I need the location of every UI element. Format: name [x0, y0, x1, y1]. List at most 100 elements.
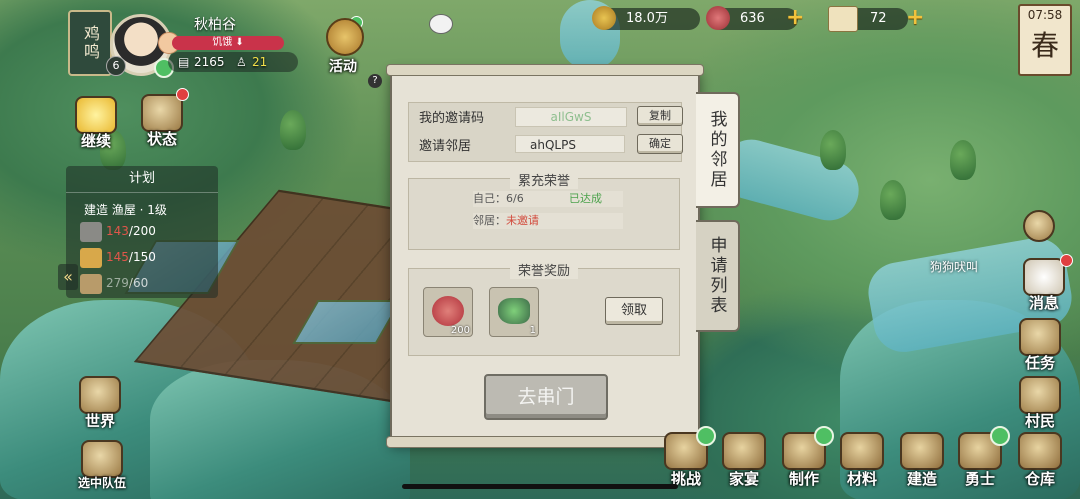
copy-button[interactable]: 复制 [637, 106, 683, 126]
lumber-icon [840, 432, 884, 470]
bamboo-tree [280, 110, 306, 150]
dog-icon [1023, 258, 1065, 296]
reward-count: 1 [529, 325, 536, 336]
team-button[interactable]: 选中队伍 [70, 440, 134, 491]
plan-task: 建造 渔屋 · 1级 [84, 203, 167, 217]
self-progress-text: 自己：6/6 [473, 192, 524, 205]
challenge-button[interactable]: 挑战 [656, 426, 716, 489]
reward-item[interactable]: 1 [489, 287, 539, 337]
red-gem-icon [706, 6, 730, 30]
quest-button[interactable]: 任务 [1012, 318, 1068, 373]
world-map-icon [79, 376, 121, 414]
villager-button[interactable]: 村民 [1012, 376, 1068, 431]
villager-label: 村民 [1024, 412, 1055, 430]
craft-button[interactable]: 制作 [774, 426, 834, 489]
flower-button[interactable] [1022, 210, 1056, 242]
invite-code-input[interactable]: ahQLPS [515, 135, 625, 153]
claim-button[interactable]: 领取 [605, 297, 663, 325]
notify-dot [1060, 254, 1073, 267]
visit-neighbor-button[interactable]: 去串门 [484, 374, 608, 420]
warrior-button[interactable]: 勇士 [950, 426, 1010, 489]
continue-label: 继续 [80, 132, 111, 150]
world-button[interactable]: 世界 [72, 376, 128, 431]
banquet-label: 家宴 [728, 470, 759, 488]
honor-title: 累充荣誉 [509, 174, 578, 189]
gong-icon [326, 18, 364, 56]
plan-row: 143/200 [106, 224, 156, 238]
collapse-plan-button[interactable]: « [58, 264, 78, 290]
add-gems-button[interactable]: + [786, 5, 804, 31]
banquet-button[interactable]: 家宴 [714, 432, 774, 489]
tab-my-neighbors[interactable]: 我的邻居 [696, 92, 740, 208]
player-card[interactable]: 鸡鸣 6 秋柏谷 饥饿 ⬇ ▤ 2165 ♙ 21 [68, 10, 300, 78]
reward-item[interactable]: 200 [423, 287, 473, 337]
building-icon: ▤ [178, 55, 190, 69]
tab-request-list[interactable]: 申请列表 [696, 220, 740, 332]
notify-dot [990, 426, 1010, 446]
villager-hat-icon [1019, 376, 1061, 414]
tree [950, 140, 976, 180]
player-level: 6 [106, 56, 126, 76]
build-button[interactable]: 建造 [892, 432, 952, 489]
neighbor-label: 邻居： [473, 214, 506, 227]
invite-neighbor-label: 邀请邻居 [419, 139, 472, 154]
neighbor-progress: 邻居：未邀请 [473, 213, 623, 229]
neighbor-status: 未邀请 [506, 214, 539, 227]
plan-current: 143 [106, 224, 129, 238]
clock-season: 07:58 春 [1018, 4, 1072, 76]
storage-button[interactable]: 仓库 [1010, 432, 1070, 489]
resource-tickets: 72 [828, 6, 908, 32]
season-label: 春 [1030, 29, 1059, 62]
notify-dot [814, 426, 834, 446]
self-status: 已达成 [569, 192, 602, 205]
plan-total: /200 [128, 224, 156, 238]
status-button[interactable]: 状态 [134, 88, 190, 149]
honor-section: 累充荣誉 自己：6/6 已达成 邻居：未邀请 [408, 174, 680, 250]
confirm-button[interactable]: 确定 [637, 134, 683, 154]
team-portrait-icon [81, 440, 123, 478]
plan-row: 145/150 [106, 250, 156, 264]
activity-button[interactable]: 活动 [320, 16, 366, 76]
world-label: 世界 [84, 412, 115, 430]
materials-button[interactable]: 材料 [832, 432, 892, 489]
storage-label: 仓库 [1024, 470, 1055, 488]
stone-icon [80, 222, 102, 242]
ticket-icon [828, 6, 858, 32]
notify-dot [176, 88, 189, 101]
message-button[interactable]: 消息 [1016, 254, 1073, 313]
message-label: 消息 [1028, 294, 1059, 312]
neighbor-modal: 我的邀请码 aIlGwS 复制 邀请邻居 ahQLPS 确定 累充荣誉 自己：6… [386, 64, 704, 448]
storehouse-icon [1018, 432, 1062, 470]
build-tools-icon [900, 432, 944, 470]
self-progress: 自己：6/6 已达成 [473, 191, 623, 207]
play-icon [75, 96, 117, 134]
activity-label: 活动 [329, 59, 357, 75]
add-tickets-button[interactable]: + [906, 5, 924, 31]
my-code-label: 我的邀请码 [419, 111, 485, 126]
materials-label: 材料 [846, 470, 877, 488]
npc-chat-bubble[interactable] [426, 14, 456, 34]
help-icon[interactable]: ? [368, 74, 382, 88]
plan-row: 279/60 [106, 276, 148, 290]
reward-section: 荣誉奖励 200 1 领取 [408, 264, 680, 356]
plan-title: 计划 [66, 166, 218, 193]
flower-bush [880, 180, 906, 220]
status-bar: 饥饿 ⬇ [172, 36, 284, 50]
player-name: 秋柏谷 [194, 17, 236, 33]
my-invite-code: aIlGwS [515, 107, 627, 127]
plan-current: 279 [106, 276, 129, 290]
continue-button[interactable]: 继续 [68, 96, 124, 151]
npc-speech: 狗狗吠叫 [930, 260, 979, 274]
resource-gems: 636 [706, 6, 798, 30]
reward-count: 200 [450, 325, 470, 336]
house-icon [141, 94, 183, 132]
home-indicator[interactable] [402, 484, 678, 489]
plan-current: 145 [106, 250, 129, 264]
clock-time: 07:58 [1027, 8, 1063, 22]
status-label: 状态 [146, 130, 177, 148]
flower-icon [1023, 210, 1055, 242]
wood-icon [80, 248, 102, 268]
plan-total: /150 [128, 250, 156, 264]
plan-panel[interactable]: 计划 建造 渔屋 · 1级 143/200 145/150 279/60 [66, 166, 218, 298]
craft-label: 制作 [788, 470, 819, 488]
